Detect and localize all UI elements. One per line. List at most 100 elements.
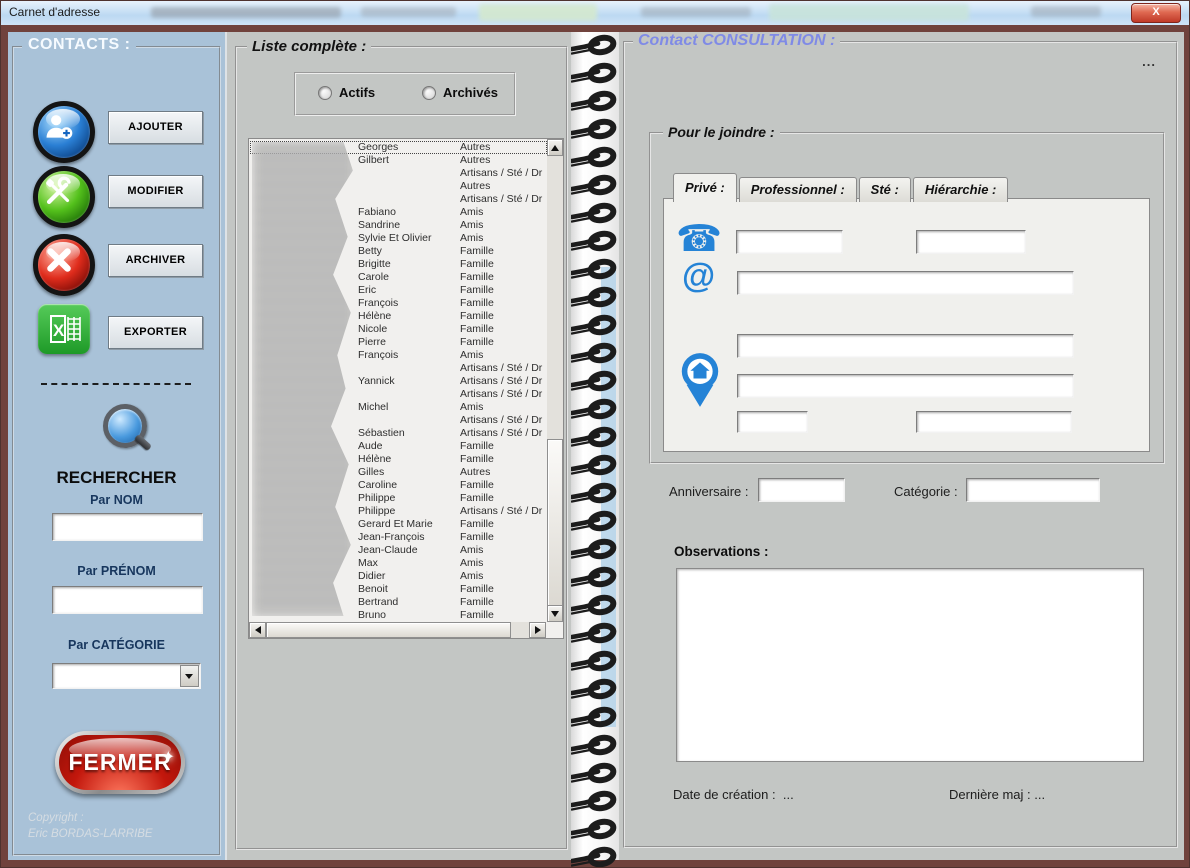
scroll-up-button[interactable] <box>547 139 563 156</box>
search-category-combobox[interactable] <box>52 663 201 689</box>
contact-firstname <box>358 193 460 206</box>
radio-circle-icon <box>422 86 436 100</box>
phone2-input[interactable] <box>916 230 1026 254</box>
excel-icon[interactable]: X <box>38 304 90 354</box>
contact-firstname: Sébastien <box>358 427 460 440</box>
contact-category: Amis <box>460 349 547 362</box>
combobox-dropdown-button[interactable] <box>180 665 199 687</box>
city-input[interactable] <box>916 411 1072 433</box>
contact-firstname: François <box>358 297 460 310</box>
contact-category: Autres <box>460 180 547 193</box>
spiral-coil <box>571 454 619 482</box>
delete-cross-icon[interactable] <box>33 234 95 296</box>
email-input[interactable] <box>737 271 1074 295</box>
by-category-label: Par CATÉGORIE <box>8 638 225 652</box>
spiral-coil <box>571 762 619 790</box>
contact-category: Famille <box>460 583 547 596</box>
fermer-button[interactable]: FERMER ✦ <box>55 731 185 794</box>
contact-firstname <box>358 414 460 427</box>
scroll-left-button[interactable] <box>249 622 266 638</box>
address1-input[interactable] <box>737 334 1074 358</box>
contact-firstname: Sandrine <box>358 219 460 232</box>
scroll-right-button[interactable] <box>529 622 546 638</box>
horizontal-scrollbar[interactable] <box>249 622 546 638</box>
contact-category: Famille <box>460 271 547 284</box>
exporter-button[interactable]: EXPORTER <box>108 316 203 349</box>
phone1-input[interactable] <box>736 230 843 254</box>
contact-category: Famille <box>460 531 547 544</box>
search-name-input[interactable] <box>52 513 203 541</box>
scroll-down-button[interactable] <box>547 605 563 622</box>
ribbon-blur <box>479 4 597 21</box>
contact-firstname: Eric <box>358 284 460 297</box>
radio-actifs[interactable]: Actifs <box>318 85 375 100</box>
tab-hirarchie[interactable]: Hiérarchie : <box>913 177 1009 202</box>
tools-icon[interactable] <box>33 166 95 228</box>
contact-category: Amis <box>460 557 547 570</box>
spiral-coil <box>571 34 619 62</box>
contact-firstname: Brigitte <box>358 258 460 271</box>
anniversaire-input[interactable] <box>758 478 845 502</box>
search-title: RECHERCHER <box>8 468 225 488</box>
joindre-tabs: Privé :Professionnel :Sté :Hiérarchie : <box>673 173 1010 202</box>
anniversaire-label: Anniversaire : <box>669 484 748 499</box>
horizontal-scroll-thumb[interactable] <box>266 622 511 638</box>
spiral-coil <box>571 426 619 454</box>
add-user-icon[interactable] <box>33 101 95 163</box>
home-pin-glyph <box>677 351 723 409</box>
cross-glyph <box>42 243 76 277</box>
notebook-spiral-binding <box>571 32 619 860</box>
search-firstname-input[interactable] <box>52 586 203 614</box>
contact-firstname: Bruno <box>358 609 460 622</box>
contacts-sidebar: CONTACTS : AJOUTER MODIFIER <box>8 32 225 860</box>
contact-firstname: Gilbert <box>358 154 460 167</box>
contact-category: Amis <box>460 570 547 583</box>
contact-category: Famille <box>460 258 547 271</box>
contact-firstname: Nicole <box>358 323 460 336</box>
spiral-coil <box>571 174 619 202</box>
ajouter-button[interactable]: AJOUTER <box>108 111 203 144</box>
modifier-button[interactable]: MODIFIER <box>108 175 203 208</box>
tab-st[interactable]: Sté : <box>859 177 911 202</box>
contact-firstname <box>358 388 460 401</box>
contact-category: Artisans / Sté / Dr <box>460 362 547 375</box>
postal-code-input[interactable] <box>737 411 808 433</box>
by-name-label: Par NOM <box>8 493 225 507</box>
contact-category: Artisans / Sté / Dr <box>460 427 547 440</box>
contact-category: Artisans / Sté / Dr <box>460 193 547 206</box>
address2-input[interactable] <box>737 374 1074 398</box>
contact-firstname: François <box>358 349 460 362</box>
close-button[interactable]: X <box>1131 3 1181 23</box>
spiral-coil <box>571 398 619 426</box>
contact-category: Autres <box>460 141 547 154</box>
archiver-button[interactable]: ARCHIVER <box>108 244 203 277</box>
tab-priv[interactable]: Privé : <box>673 173 737 202</box>
tools-glyph <box>42 175 76 209</box>
ribbon-blur <box>361 7 456 17</box>
contact-firstname: Hélène <box>358 453 460 466</box>
observations-textarea[interactable] <box>676 568 1144 762</box>
tab-professionnel[interactable]: Professionnel : <box>739 177 857 202</box>
vertical-scroll-thumb[interactable] <box>547 439 563 606</box>
spiral-coil <box>571 286 619 314</box>
spiral-coil <box>571 790 619 818</box>
contact-firstname: Philippe <box>358 492 460 505</box>
contact-category: Artisans / Sté / Dr <box>460 505 547 518</box>
vertical-scrollbar[interactable] <box>547 139 563 622</box>
categorie-input[interactable] <box>966 478 1100 502</box>
spiral-coil <box>571 622 619 650</box>
spiral-coil <box>571 62 619 90</box>
title-bar: Carnet d'adresse X <box>1 1 1189 25</box>
contact-firstname: Sylvie Et Olivier <box>358 232 460 245</box>
contact-category: Artisans / Sté / Dr <box>460 167 547 180</box>
liste-header: Liste complète : <box>247 38 371 55</box>
spiral-coil <box>571 734 619 762</box>
contact-firstname: Benoit <box>358 583 460 596</box>
spiral-coil <box>571 230 619 258</box>
categorie-label: Catégorie : <box>894 484 958 499</box>
contact-firstname: Gilles <box>358 466 460 479</box>
email-at-icon: @ <box>682 257 715 296</box>
spiral-coil <box>571 482 619 510</box>
list-panel: Liste complète : Actifs Archivés Georges… <box>225 32 571 860</box>
radio-archives[interactable]: Archivés <box>422 85 498 100</box>
